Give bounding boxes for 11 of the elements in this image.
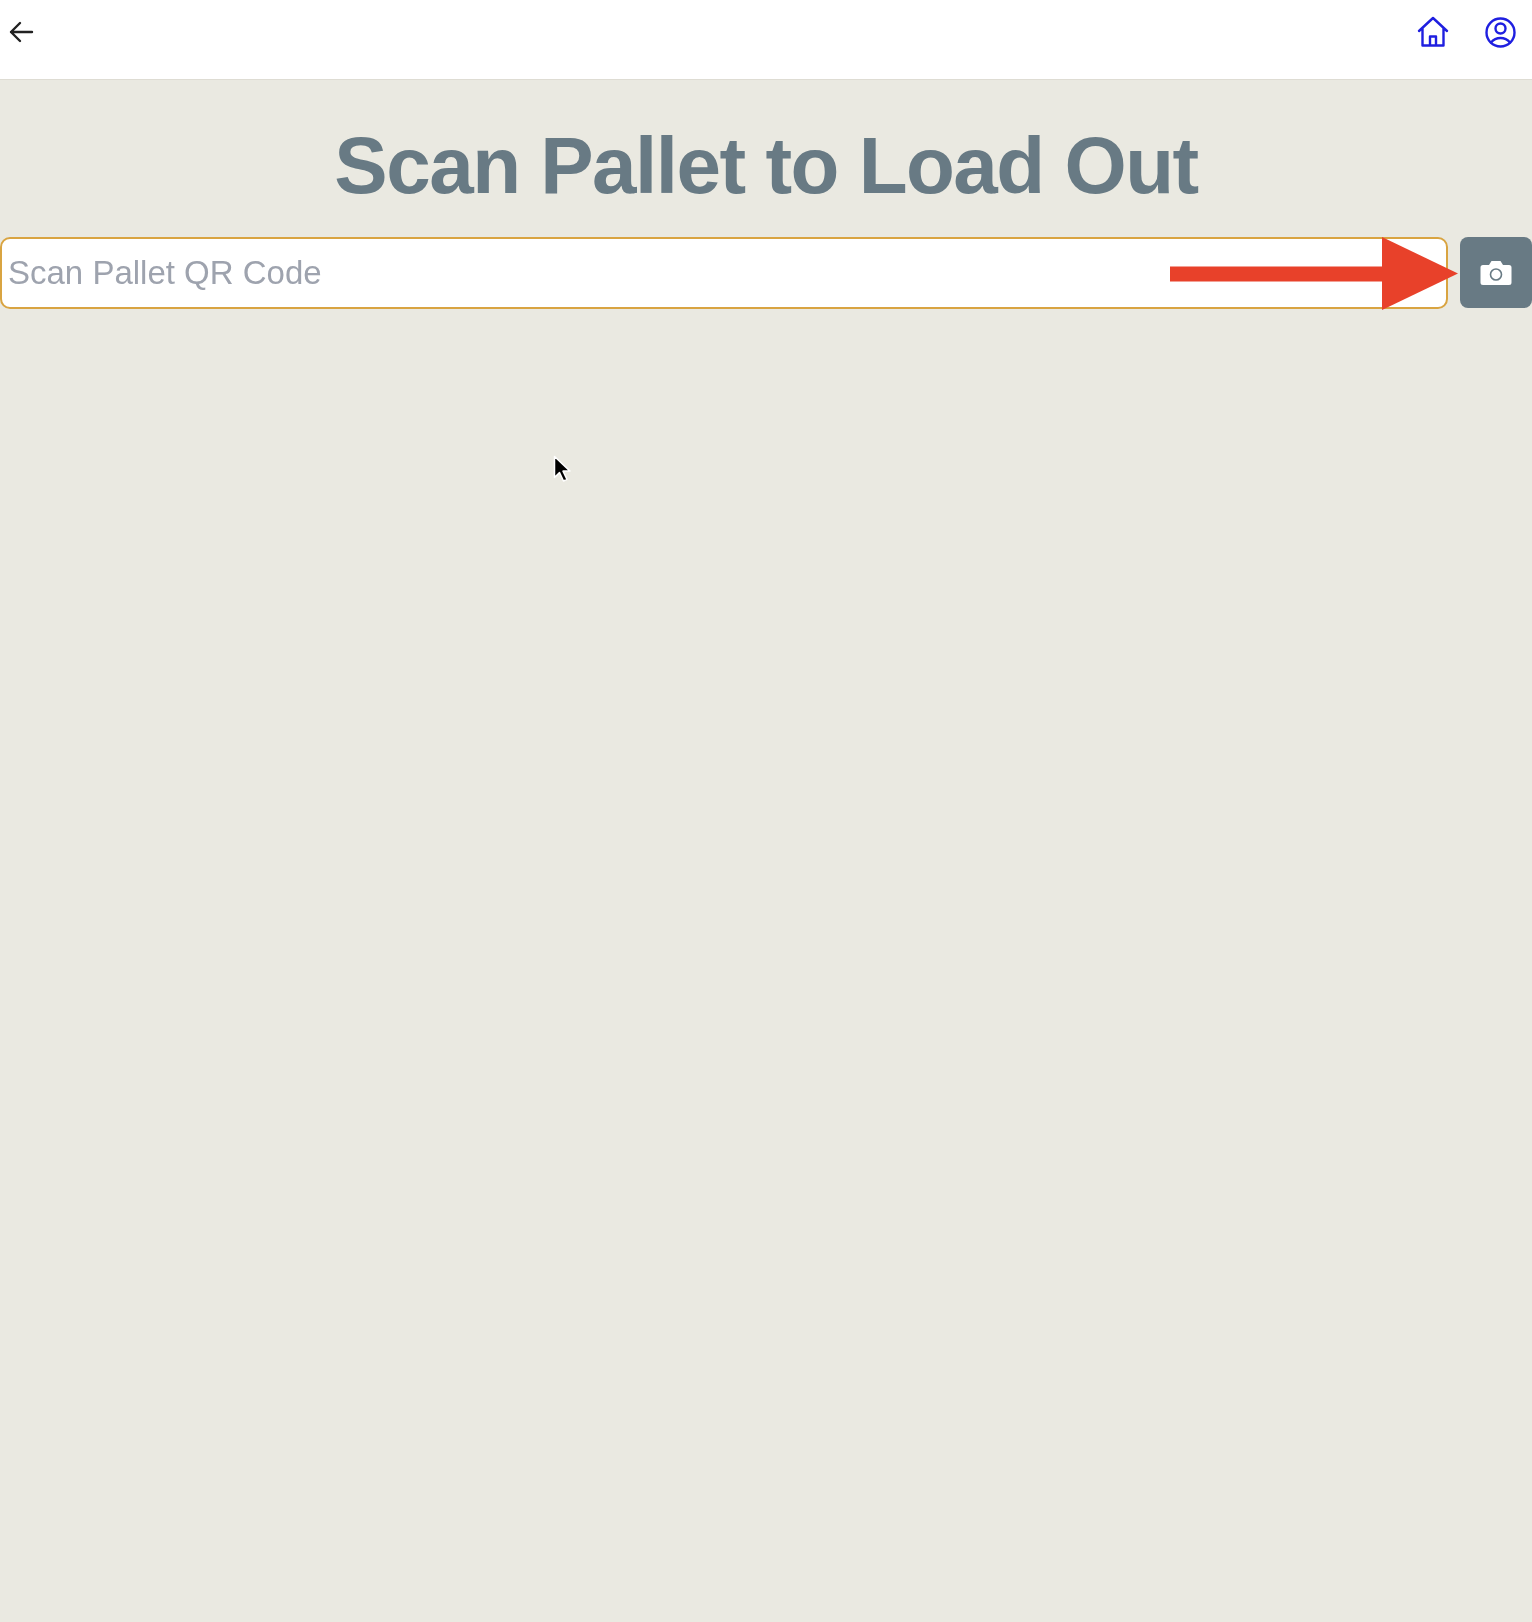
page-title: Scan Pallet to Load Out — [333, 120, 1200, 212]
user-circle-icon — [1485, 16, 1516, 48]
scan-field[interactable]: Scan Pallet QR Code — [0, 237, 1448, 309]
camera-icon — [1480, 259, 1512, 286]
mouse-pointer-icon — [553, 455, 572, 483]
home-button[interactable] — [1417, 16, 1449, 48]
camera-button[interactable] — [1460, 237, 1532, 308]
back-button[interactable] — [8, 20, 34, 44]
account-button[interactable] — [1485, 16, 1516, 48]
home-icon — [1417, 16, 1449, 48]
back-arrow-icon — [8, 20, 34, 44]
